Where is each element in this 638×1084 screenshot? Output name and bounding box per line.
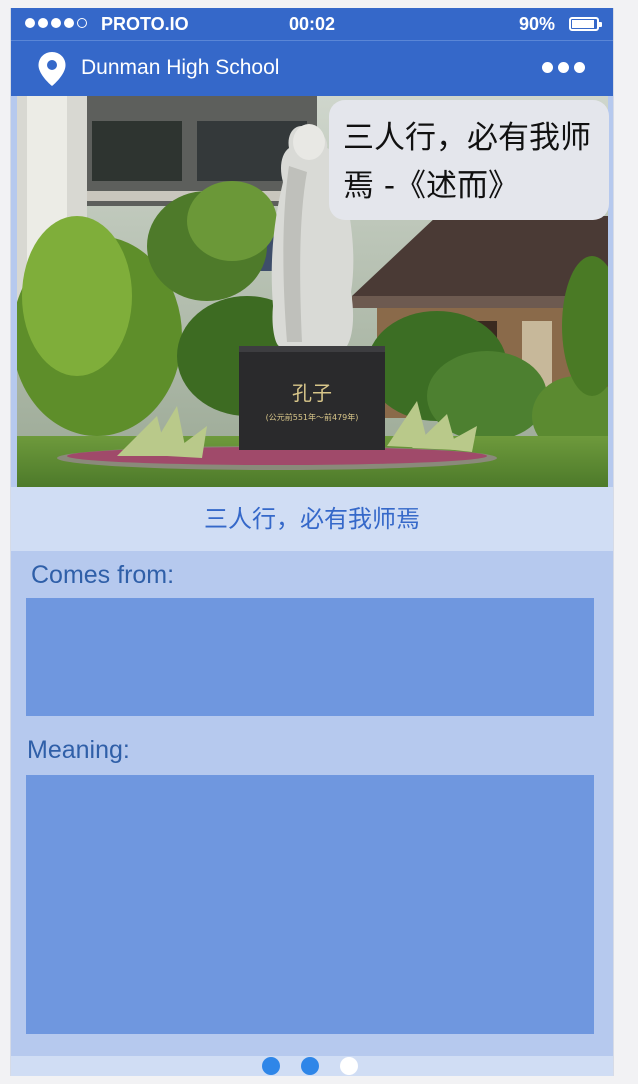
nav-title: Dunman High School (81, 56, 280, 79)
page-dot[interactable] (262, 1057, 280, 1075)
quote-title: 三人行，必有我师焉 (11, 487, 613, 551)
comes-from-box[interactable] (26, 598, 594, 716)
page-dot[interactable] (340, 1057, 358, 1075)
quote-speech-bubble: 三人行，必有我师焉 -《述而》 (329, 100, 609, 220)
more-dots-icon[interactable] (542, 62, 585, 73)
meaning-box[interactable] (26, 775, 594, 1034)
comes-from-label: Comes from: (31, 561, 175, 589)
meaning-label: Meaning: (27, 736, 130, 764)
plaque-title: 孔子 (292, 381, 332, 405)
page-dot[interactable] (301, 1057, 319, 1075)
battery-fill (572, 20, 594, 28)
location-pin-icon[interactable] (37, 51, 67, 87)
plaque-subtitle: (公元前551年～前479年) (266, 412, 359, 422)
nav-bar: Dunman High School (11, 40, 613, 96)
status-bar: PROTO.IO 00:02 90% (11, 8, 613, 40)
page-indicator[interactable] (262, 1057, 358, 1075)
battery-percent: 90% (518, 14, 555, 34)
battery-icon (569, 17, 602, 31)
phone-screen: PROTO.IO 00:02 90% Dunman High School 孔子… (10, 8, 614, 1076)
